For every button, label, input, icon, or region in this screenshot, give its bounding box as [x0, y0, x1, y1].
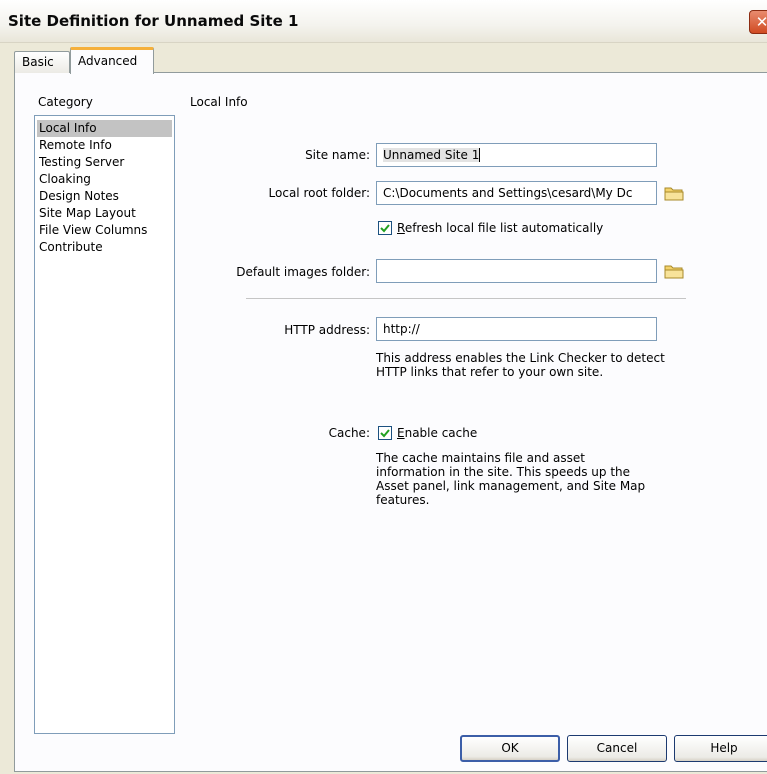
enable-cache-text: nable cache: [404, 426, 478, 440]
category-item-file-view-columns[interactable]: File View Columns: [37, 222, 172, 239]
help-button[interactable]: Help: [674, 735, 767, 762]
default-images-folder-input[interactable]: [376, 259, 657, 283]
enable-cache-accesskey: E: [397, 426, 405, 440]
category-item-design-notes[interactable]: Design Notes: [37, 188, 172, 205]
folder-icon[interactable]: [664, 185, 684, 201]
checkmark-icon: [380, 224, 390, 233]
refresh-label[interactable]: Refresh local file list automatically: [397, 221, 603, 235]
local-root-folder-label: Local root folder:: [268, 186, 370, 200]
enable-cache-checkbox[interactable]: [378, 426, 392, 440]
refresh-label-accesskey: R: [397, 221, 405, 235]
close-icon: ✕: [755, 13, 767, 31]
http-address-label: HTTP address:: [284, 323, 370, 337]
default-images-folder-label: Default images folder:: [236, 265, 370, 279]
enable-cache-label[interactable]: Enable cache: [397, 426, 477, 440]
category-item-remote-info[interactable]: Remote Info: [37, 137, 172, 154]
tab-basic[interactable]: Basic: [14, 51, 70, 73]
site-name-input[interactable]: Unnamed Site 1: [376, 143, 657, 167]
category-heading: Category: [38, 95, 93, 109]
cache-help: The cache maintains file and asset infor…: [376, 451, 646, 507]
close-button[interactable]: ✕: [749, 10, 767, 34]
refresh-checkbox[interactable]: [378, 221, 392, 235]
category-item-site-map-layout[interactable]: Site Map Layout: [37, 205, 172, 222]
site-name-value: Unnamed Site 1: [383, 148, 481, 162]
category-item-contribute[interactable]: Contribute: [37, 239, 172, 256]
cancel-button[interactable]: Cancel: [567, 735, 667, 762]
ok-button[interactable]: OK: [460, 735, 560, 762]
category-item-testing-server[interactable]: Testing Server: [37, 154, 172, 171]
category-item-local-info[interactable]: Local Info: [37, 120, 172, 137]
category-list[interactable]: Local Info Remote Info Testing Server Cl…: [34, 115, 175, 734]
local-root-folder-input[interactable]: C:\Documents and Settings\cesard\My Dc: [376, 181, 657, 205]
window-title: Site Definition for Unnamed Site 1: [8, 12, 299, 30]
checkmark-icon: [380, 429, 390, 438]
cache-label: Cache:: [328, 426, 370, 440]
tab-advanced[interactable]: Advanced: [70, 47, 154, 74]
category-item-cloaking[interactable]: Cloaking: [37, 171, 172, 188]
section-title: Local Info: [190, 95, 248, 109]
refresh-label-text: efresh local file list automatically: [404, 221, 604, 235]
section-divider: [246, 298, 686, 299]
http-address-input[interactable]: http://: [376, 317, 657, 341]
folder-icon[interactable]: [664, 263, 684, 279]
site-name-label: Site name:: [305, 148, 370, 162]
http-address-help: This address enables the Link Checker to…: [376, 351, 665, 379]
